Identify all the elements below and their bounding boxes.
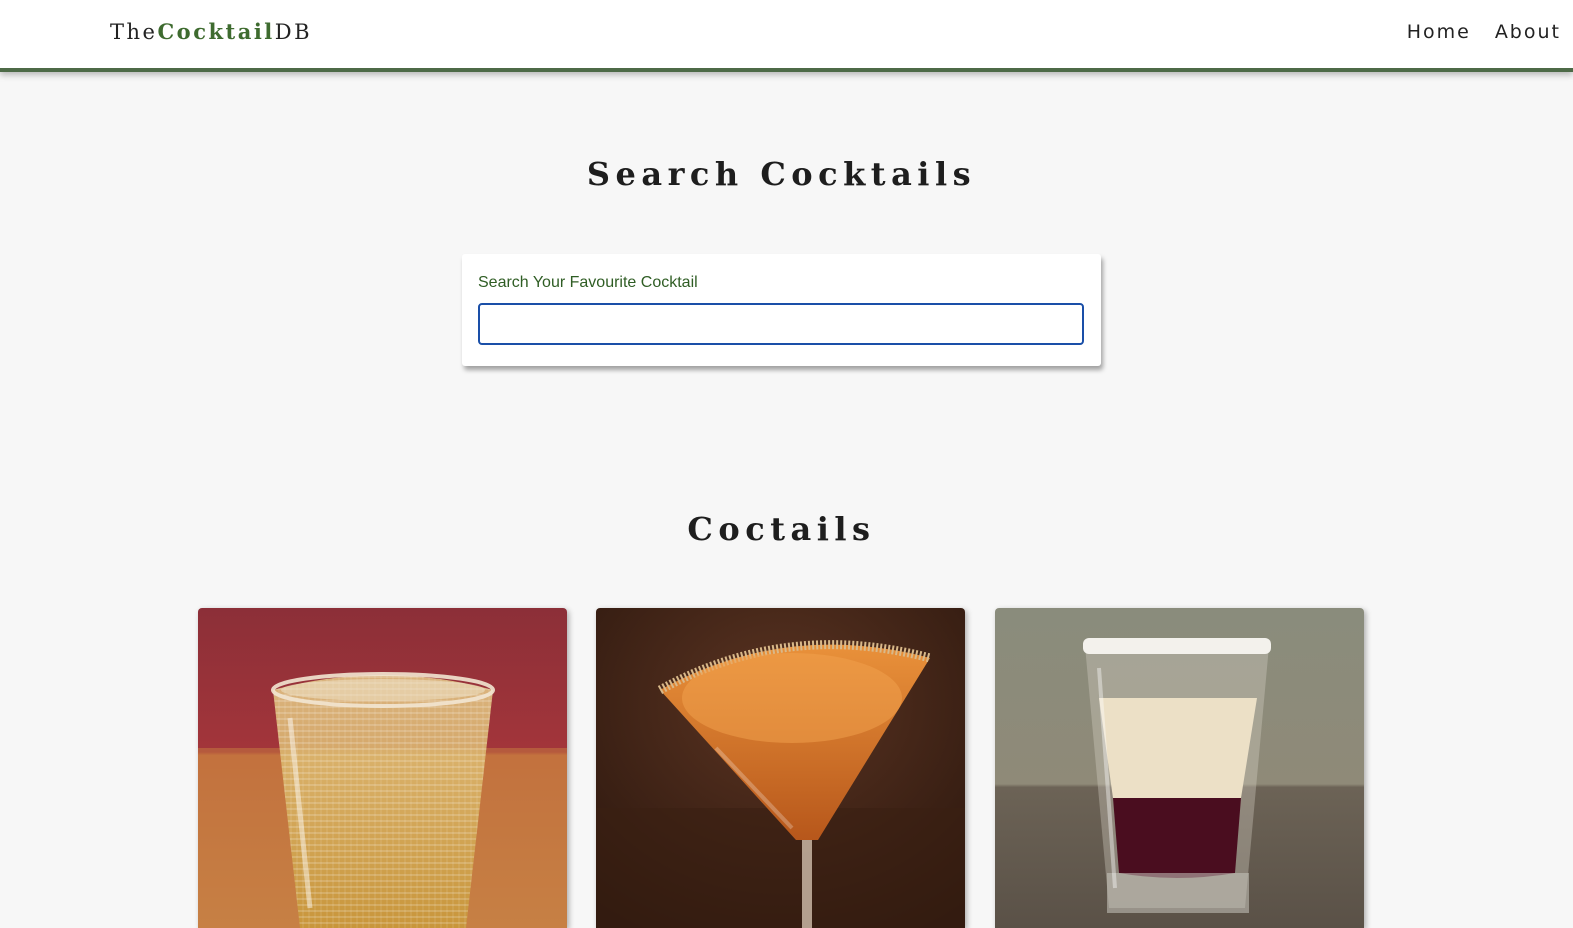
navbar: TheCocktailDB Home About: [0, 0, 1573, 72]
cocktail-card[interactable]: [596, 608, 965, 928]
logo-suffix: DB: [274, 20, 313, 44]
cocktail-card[interactable]: [995, 608, 1364, 928]
search-form: Search Your Favourite Cocktail: [462, 254, 1101, 366]
logo-accent: Cocktail: [157, 19, 275, 44]
whiskey-glass-image: [198, 608, 567, 928]
site-logo[interactable]: TheCocktailDB: [110, 19, 312, 44]
cocktail-card[interactable]: [198, 608, 567, 928]
cocktails-section-title: Coctails: [687, 510, 876, 548]
nav-link-about[interactable]: About: [1495, 21, 1561, 43]
nav-link-home[interactable]: Home: [1407, 21, 1471, 43]
search-section-title: Search Cocktails: [586, 155, 977, 193]
search-label: Search Your Favourite Cocktail: [478, 274, 698, 291]
martini-glass-image: [596, 608, 965, 928]
logo-prefix: The: [110, 20, 158, 44]
nav-links: Home About: [1407, 21, 1561, 43]
search-input[interactable]: [478, 303, 1084, 345]
shot-glass-image: [995, 608, 1364, 928]
